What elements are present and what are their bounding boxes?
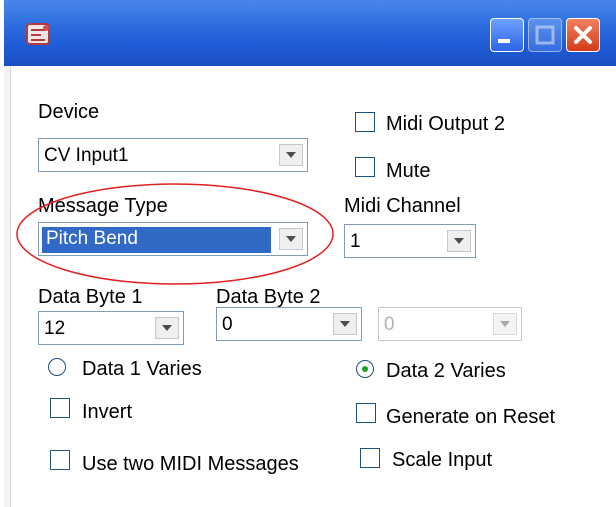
annotation-ellipse <box>16 183 334 285</box>
